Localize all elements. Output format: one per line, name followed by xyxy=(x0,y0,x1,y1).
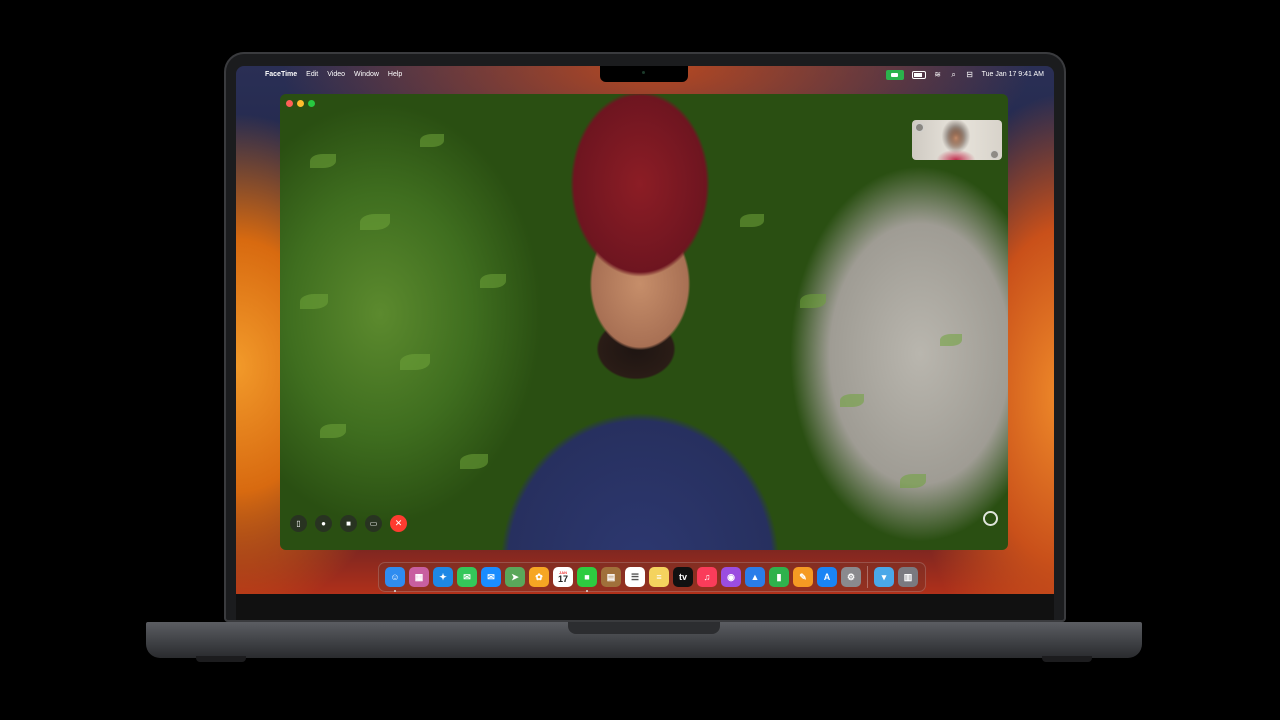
launchpad-icon[interactable]: ▦ xyxy=(409,567,429,587)
pages-icon[interactable]: ✎ xyxy=(793,567,813,587)
menu-help[interactable]: Help xyxy=(388,71,402,78)
numbers-icon[interactable]: ▮ xyxy=(769,567,789,587)
tv-icon[interactable]: tv xyxy=(673,567,693,587)
running-indicator xyxy=(394,590,396,592)
mail-icon[interactable]: ✉ xyxy=(481,567,501,587)
live-photo-shutter-button[interactable] xyxy=(983,511,998,526)
app-menu[interactable]: FaceTime xyxy=(265,71,297,78)
close-window-button[interactable] xyxy=(286,100,293,107)
sidebar-icon[interactable]: ▯ xyxy=(290,515,307,532)
keynote-icon[interactable]: ▲ xyxy=(745,567,765,587)
running-indicator xyxy=(586,590,588,592)
laptop-foot-left xyxy=(196,656,246,662)
video-camera-icon[interactable]: ■ xyxy=(340,515,357,532)
window-controls xyxy=(286,100,315,107)
pip-portrait-icon[interactable] xyxy=(990,150,999,159)
self-view-pip[interactable] xyxy=(912,120,1002,160)
music-icon[interactable]: ♫ xyxy=(697,567,717,587)
apple-menu-icon[interactable] xyxy=(245,71,253,79)
end-call-button[interactable]: ✕ xyxy=(390,515,407,532)
menu-edit[interactable]: Edit xyxy=(306,71,318,78)
calendar-icon[interactable]: JAN 17 xyxy=(553,567,573,587)
status-area: ≋ ⌕ ⊟ Tue Jan 17 9:41 AM xyxy=(885,66,1044,83)
laptop-lid: FaceTime Edit Video Window Help ≋ ⌕ ⊟ Tu… xyxy=(224,52,1066,622)
menu-video[interactable]: Video xyxy=(327,71,345,78)
reminders-icon[interactable]: ☰ xyxy=(625,567,645,587)
camera-notch xyxy=(600,66,688,82)
menu-bar: FaceTime Edit Video Window Help ≋ ⌕ ⊟ Tu… xyxy=(236,66,1054,83)
notes-brown-icon[interactable]: ▤ xyxy=(601,567,621,587)
search-icon[interactable]: ⌕ xyxy=(950,70,958,79)
pip-effects-icon[interactable] xyxy=(915,123,924,132)
call-controls: ▯ ● ■ ▭ ✕ xyxy=(290,515,407,532)
microphone-icon[interactable]: ● xyxy=(315,515,332,532)
minimize-window-button[interactable] xyxy=(297,100,304,107)
calendar-day: 17 xyxy=(557,574,568,584)
screen-share-icon[interactable]: ▭ xyxy=(365,515,382,532)
photos-icon[interactable]: ✿ xyxy=(529,567,549,587)
bottom-bezel xyxy=(236,594,1054,620)
laptop-foot-right xyxy=(1042,656,1092,662)
lid-groove xyxy=(568,622,720,634)
maps-icon[interactable]: ➤ xyxy=(505,567,525,587)
system-settings-icon[interactable]: ⚙ xyxy=(841,567,861,587)
downloads-folder-icon[interactable]: ▾ xyxy=(874,567,894,587)
podcasts-icon[interactable]: ◉ xyxy=(721,567,741,587)
dock-separator xyxy=(867,566,868,588)
dock: ☺ ▦ ✦ ✉ ✉ ➤ ✿ JAN 17 ■ ▤ ☰ ≡ tv ♫ ◉ ▲ ▮ ✎ A ⚙ ▾ ▥ xyxy=(378,562,926,592)
app-store-icon[interactable]: A xyxy=(817,567,837,587)
desktop: FaceTime Edit Video Window Help ≋ ⌕ ⊟ Tu… xyxy=(236,66,1054,594)
control-center-icon[interactable]: ⊟ xyxy=(966,70,974,79)
zoom-window-button[interactable] xyxy=(308,100,315,107)
trash-icon[interactable]: ▥ xyxy=(898,567,918,587)
camera-icon xyxy=(642,71,645,74)
camera-in-use-icon[interactable] xyxy=(885,69,904,80)
menu-clock[interactable]: Tue Jan 17 9:41 AM xyxy=(982,71,1044,78)
finder-icon[interactable]: ☺ xyxy=(385,567,405,592)
safari-icon[interactable]: ✦ xyxy=(433,567,453,587)
facetime-window[interactable]: ▯ ● ■ ▭ ✕ xyxy=(280,94,1008,550)
laptop-base xyxy=(146,622,1142,658)
menu-window[interactable]: Window xyxy=(354,71,379,78)
messages-icon[interactable]: ✉ xyxy=(457,567,477,587)
notes-icon[interactable]: ≡ xyxy=(649,567,669,587)
battery-icon[interactable] xyxy=(911,70,926,79)
facetime-icon[interactable]: ■ xyxy=(577,567,597,592)
wifi-icon[interactable]: ≋ xyxy=(934,70,942,79)
